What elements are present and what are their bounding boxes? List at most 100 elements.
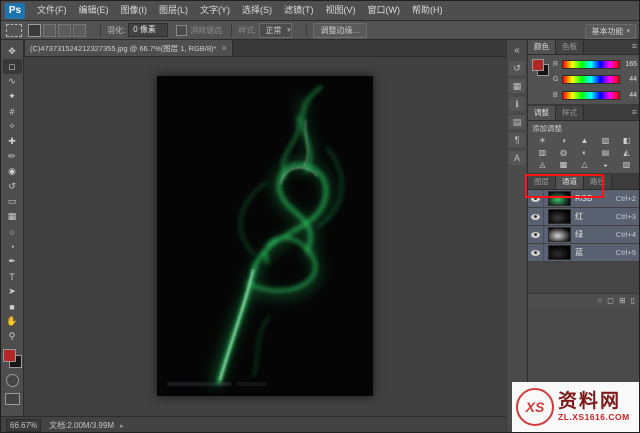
tab-styles[interactable]: 样式: [556, 106, 584, 120]
gradient-map-icon[interactable]: ◒: [595, 158, 616, 170]
quick-mask-button[interactable]: [5, 374, 19, 387]
subtract-from-selection-icon[interactable]: [58, 23, 71, 37]
navigator-panel-icon[interactable]: ▦: [509, 79, 525, 93]
threshold-icon[interactable]: △: [574, 158, 595, 170]
tab-adjustments[interactable]: 调整: [528, 106, 556, 120]
quick-selection-tool[interactable]: ✦: [3, 89, 22, 104]
curves-icon[interactable]: ▲: [574, 134, 595, 146]
blue-value[interactable]: 44: [623, 92, 637, 99]
channels-empty-area: [528, 262, 639, 293]
foreground-color-swatch[interactable]: [532, 59, 544, 71]
hue-saturation-icon[interactable]: ▥: [532, 146, 553, 158]
menu-filter[interactable]: 滤镜(T): [278, 1, 320, 20]
dodge-tool[interactable]: ◔: [3, 239, 22, 254]
paragraph-panel-icon[interactable]: ¶: [509, 133, 525, 147]
load-channel-selection-icon[interactable]: ○: [597, 295, 602, 307]
foreground-color-swatch[interactable]: [2, 349, 16, 362]
exposure-icon[interactable]: ▨: [595, 134, 616, 146]
red-value[interactable]: 165: [623, 61, 637, 68]
visibility-eye-icon[interactable]: [531, 249, 540, 256]
panel-menu-icon[interactable]: ≡: [628, 40, 639, 54]
expand-dock-icon[interactable]: «: [509, 43, 525, 57]
divider: [231, 23, 233, 37]
eyedropper-tool[interactable]: ✧: [3, 119, 22, 134]
visibility-eye-icon[interactable]: [531, 231, 540, 238]
levels-icon[interactable]: ◑: [553, 134, 574, 146]
invert-icon[interactable]: ◬: [532, 158, 553, 170]
new-channel-icon[interactable]: ⊞: [619, 295, 626, 307]
feather-input[interactable]: 0 像素: [128, 23, 169, 37]
menu-edit[interactable]: 编辑(E): [73, 1, 115, 20]
gradient-tool[interactable]: ▦: [3, 209, 22, 224]
channel-row-red[interactable]: 红 Ctrl+3: [528, 208, 639, 226]
antialias-checkbox[interactable]: [176, 24, 188, 36]
status-options-arrow-icon[interactable]: ▸: [120, 422, 124, 430]
screen-mode-button[interactable]: [4, 393, 20, 405]
eraser-tool[interactable]: ▭: [3, 194, 22, 209]
black-white-icon[interactable]: ◐: [574, 146, 595, 158]
document-canvas[interactable]: [157, 76, 373, 396]
style-dropdown[interactable]: 正常: [259, 22, 293, 38]
history-panel-icon[interactable]: ↺: [509, 61, 525, 75]
menu-select[interactable]: 选择(S): [236, 1, 278, 20]
menu-help[interactable]: 帮助(H): [406, 1, 449, 20]
selective-color-icon[interactable]: ▧: [616, 158, 637, 170]
brightness-contrast-icon[interactable]: ☀: [532, 134, 553, 146]
lasso-tool[interactable]: ∿: [3, 74, 22, 89]
green-slider[interactable]: [562, 75, 620, 84]
info-panel-icon[interactable]: ℹ: [509, 97, 525, 111]
properties-panel-icon[interactable]: ▤: [509, 115, 525, 129]
channel-name: 绿: [575, 230, 583, 239]
crop-tool[interactable]: #: [3, 104, 22, 119]
menu-view[interactable]: 视图(V): [320, 1, 362, 20]
delete-channel-icon[interactable]: ▯: [631, 295, 635, 307]
path-selection-tool[interactable]: ➤: [3, 284, 22, 299]
character-panel-icon[interactable]: A: [509, 151, 525, 165]
save-selection-as-channel-icon[interactable]: ◻: [607, 295, 614, 307]
shape-tool[interactable]: ■: [3, 299, 22, 314]
menu-window[interactable]: 窗口(W): [362, 1, 407, 20]
channel-name: 红: [575, 212, 583, 221]
marquee-tool[interactable]: □: [2, 59, 22, 74]
type-tool[interactable]: T: [3, 269, 22, 284]
document-title: (C)473731524212327355.jpg @ 66.7%(图层 1, …: [30, 43, 217, 53]
refine-edge-button[interactable]: 调整边缘…: [313, 22, 368, 38]
zoom-level-input[interactable]: 66.67%: [6, 419, 42, 432]
channel-mixer-icon[interactable]: ◭: [616, 146, 637, 158]
color-balance-icon[interactable]: ◍: [553, 146, 574, 158]
tab-swatches[interactable]: 色板: [556, 40, 584, 54]
tab-color[interactable]: 颜色: [528, 40, 556, 54]
workspace-switcher[interactable]: 基本功能 ▾: [585, 24, 636, 39]
panel-menu-icon[interactable]: ≡: [628, 106, 639, 120]
close-tab-icon[interactable]: ×: [221, 43, 226, 53]
document-tab[interactable]: (C)473731524212327355.jpg @ 66.7%(图层 1, …: [24, 39, 233, 56]
channel-row-blue[interactable]: 蓝 Ctrl+5: [528, 244, 639, 262]
zoom-tool[interactable]: ⚲: [3, 329, 22, 344]
blur-tool[interactable]: ○: [3, 224, 22, 239]
green-value[interactable]: 44: [623, 76, 637, 83]
new-selection-icon[interactable]: [28, 23, 41, 37]
photo-filter-icon[interactable]: ▤: [595, 146, 616, 158]
add-to-selection-icon[interactable]: [43, 23, 56, 37]
vibrance-icon[interactable]: ◧: [616, 134, 637, 146]
blue-slider[interactable]: [562, 90, 620, 100]
history-brush-tool[interactable]: ↺: [3, 179, 22, 194]
slider-blue: B 44: [553, 90, 637, 100]
move-tool[interactable]: ✥: [3, 44, 22, 59]
channel-row-green[interactable]: 绿 Ctrl+4: [528, 226, 639, 244]
watermark-title: 资料网: [558, 391, 622, 412]
menu-image[interactable]: 图像(I): [115, 1, 154, 20]
menu-file[interactable]: 文件(F): [31, 1, 73, 20]
posterize-icon[interactable]: ▩: [553, 158, 574, 170]
intersect-selection-icon[interactable]: [73, 23, 86, 37]
menu-type[interactable]: 文字(Y): [194, 1, 236, 20]
marquee-tool-preset-icon[interactable]: [6, 23, 22, 37]
clone-stamp-tool[interactable]: ◉: [3, 164, 22, 179]
healing-brush-tool[interactable]: ✚: [3, 134, 22, 149]
visibility-eye-icon[interactable]: [531, 213, 540, 220]
red-slider[interactable]: [562, 59, 620, 69]
brush-tool[interactable]: ✏: [3, 149, 22, 164]
menu-layer[interactable]: 图层(L): [153, 1, 194, 20]
pen-tool[interactable]: ✒: [3, 254, 22, 269]
hand-tool[interactable]: ✋: [3, 314, 22, 329]
